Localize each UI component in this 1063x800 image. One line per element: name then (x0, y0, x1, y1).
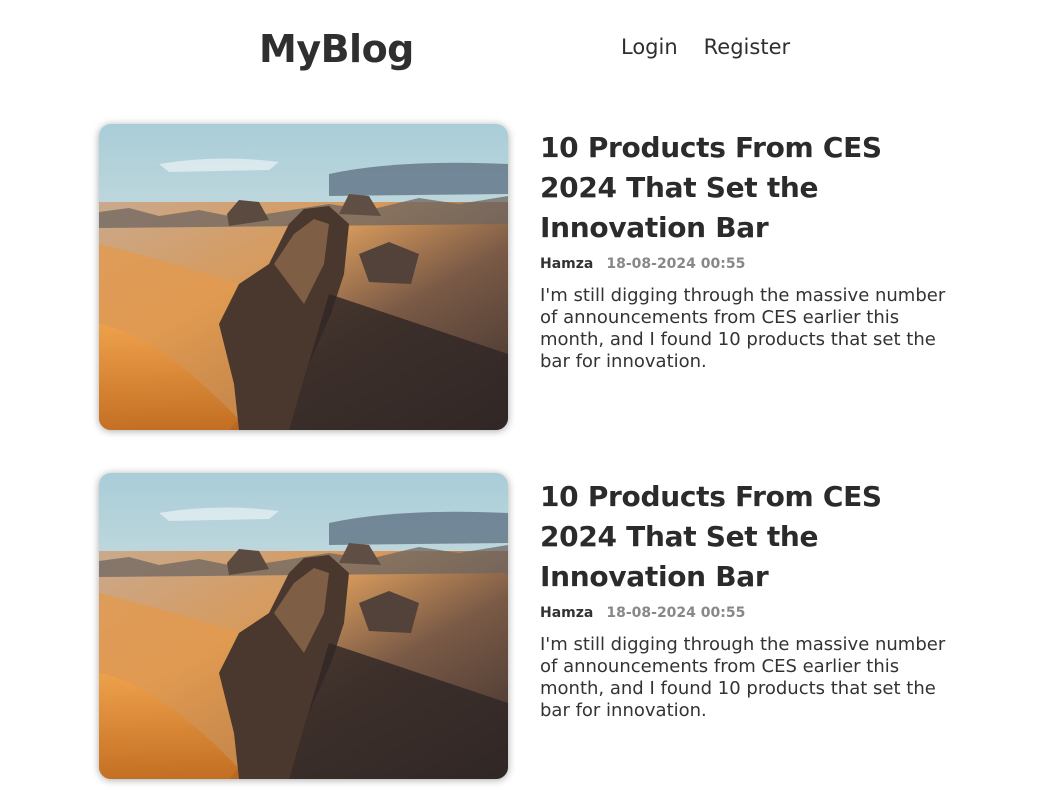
post-title[interactable]: 10 Products From CES 2024 That Set the I… (540, 477, 950, 597)
desert-landscape-image (99, 473, 508, 779)
post-author[interactable]: Hamza (540, 605, 593, 621)
post-card: 10 Products From CES 2024 That Set the I… (99, 473, 959, 780)
post-meta: Hamza 18-08-2024 00:55 (540, 256, 950, 272)
main-nav: Login Register (621, 35, 790, 59)
post-summary: I'm still digging through the massive nu… (540, 634, 946, 721)
post-datetime: 18-08-2024 00:55 (606, 256, 746, 272)
post-summary: I'm still digging through the massive nu… (540, 285, 946, 372)
post-title[interactable]: 10 Products From CES 2024 That Set the I… (540, 128, 950, 248)
post-meta: Hamza 18-08-2024 00:55 (540, 605, 950, 621)
site-logo[interactable]: MyBlog (259, 27, 414, 71)
desert-landscape-image (99, 124, 508, 430)
post-content: 10 Products From CES 2024 That Set the I… (540, 473, 950, 740)
post-image[interactable] (99, 473, 508, 779)
post-author[interactable]: Hamza (540, 256, 593, 272)
site-header: MyBlog Login Register (0, 0, 1063, 100)
post-image[interactable] (99, 124, 508, 430)
post-datetime: 18-08-2024 00:55 (606, 605, 746, 621)
register-link[interactable]: Register (704, 35, 790, 59)
login-link[interactable]: Login (621, 35, 678, 59)
post-card: 10 Products From CES 2024 That Set the I… (99, 124, 959, 431)
post-content: 10 Products From CES 2024 That Set the I… (540, 124, 950, 391)
